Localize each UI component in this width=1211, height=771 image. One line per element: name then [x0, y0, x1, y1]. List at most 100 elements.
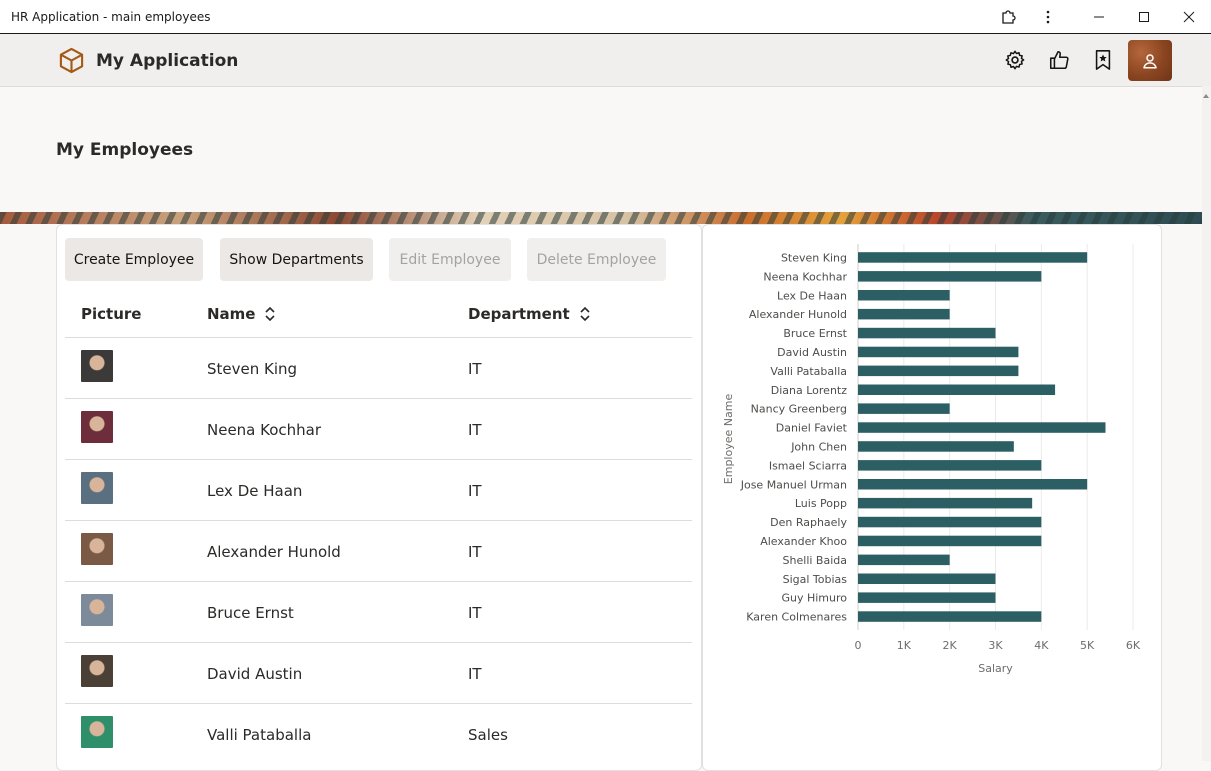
category-label: Alexander Khoo — [760, 535, 847, 548]
column-header-picture-label: Picture — [81, 305, 142, 323]
gear-icon — [1005, 50, 1025, 70]
table-row[interactable]: Valli Pataballa Sales — [65, 703, 692, 764]
edit-employee-button[interactable]: Edit Employee — [389, 238, 511, 281]
employee-photo — [81, 350, 113, 382]
user-avatar-button[interactable] — [1128, 40, 1172, 81]
employee-photo — [81, 594, 113, 626]
category-label: Bruce Ernst — [783, 327, 847, 340]
category-label: Guy Himuro — [781, 592, 847, 605]
close-button[interactable] — [1167, 0, 1211, 33]
employee-photo — [81, 716, 113, 748]
extensions-button[interactable] — [986, 0, 1030, 33]
column-header-department-label: Department — [468, 305, 570, 323]
employee-photo — [81, 411, 113, 443]
maximize-icon — [1139, 11, 1149, 22]
category-label: Daniel Faviet — [776, 422, 848, 435]
column-header-name[interactable]: Name — [207, 305, 276, 323]
bar — [858, 365, 1019, 377]
bar — [858, 308, 950, 320]
bar — [858, 441, 1014, 452]
x-axis-title: Salary — [978, 662, 1013, 675]
window-title: HR Application - main employees — [11, 9, 211, 24]
scroll-up-arrow-icon[interactable] — [1203, 94, 1209, 98]
bar — [858, 290, 950, 301]
employee-photo — [81, 533, 113, 565]
category-label: John Chen — [790, 440, 847, 453]
employee-department: Sales — [468, 726, 508, 744]
bar — [858, 346, 1019, 358]
settings-button[interactable] — [1002, 47, 1028, 73]
employee-department: IT — [468, 604, 482, 622]
employee-department: IT — [468, 482, 482, 500]
column-header-department[interactable]: Department — [468, 305, 591, 323]
bar — [858, 535, 1042, 547]
x-tick-label: 1K — [897, 639, 912, 652]
sort-icon[interactable] — [264, 306, 276, 322]
bar — [858, 403, 950, 414]
like-button[interactable] — [1046, 47, 1072, 73]
table-row[interactable]: Bruce Ernst IT — [65, 581, 692, 642]
more-menu-button[interactable] — [1026, 0, 1070, 33]
category-label: Luis Popp — [795, 497, 847, 510]
x-tick-label: 2K — [943, 639, 958, 652]
window-titlebar: HR Application - main employees — [0, 0, 1211, 34]
column-header-name-label: Name — [207, 305, 256, 323]
employees-panel: Create Employee Show Departments Edit Em… — [56, 224, 702, 771]
bar — [858, 384, 1056, 395]
bar — [858, 573, 996, 584]
employee-name: Lex De Haan — [207, 482, 303, 500]
category-label: Karen Colmenares — [746, 611, 847, 624]
more-vertical-icon — [1046, 10, 1050, 23]
x-tick-label: 4K — [1034, 639, 1049, 652]
app-name: My Application — [96, 51, 239, 71]
sort-icon[interactable] — [579, 306, 591, 322]
table-row[interactable]: David Austin IT — [65, 642, 692, 703]
employee-photo — [81, 655, 113, 687]
maximize-button[interactable] — [1122, 0, 1166, 33]
bar — [858, 271, 1042, 282]
table-row[interactable]: Steven King IT — [65, 337, 692, 398]
bar — [858, 479, 1088, 490]
employee-department: IT — [468, 543, 482, 561]
category-label: Sigal Tobias — [783, 573, 848, 586]
bar — [858, 327, 996, 339]
bookmark-button[interactable] — [1090, 47, 1116, 73]
show-departments-button[interactable]: Show Departments — [220, 238, 373, 281]
x-tick-label: 0 — [855, 639, 862, 652]
category-label: Alexander Hunold — [749, 308, 847, 321]
bar — [858, 252, 1088, 263]
y-axis-title: Employee Name — [722, 394, 735, 485]
category-label: Steven King — [781, 251, 847, 264]
minimize-button[interactable] — [1077, 0, 1121, 33]
employee-name: Valli Pataballa — [207, 726, 312, 744]
employee-name: Neena Kochhar — [207, 421, 322, 439]
close-icon — [1183, 11, 1195, 22]
bar — [858, 422, 1106, 433]
category-label: Nancy Greenberg — [751, 403, 847, 416]
table-row[interactable]: Neena Kochhar IT — [65, 398, 692, 459]
bar — [858, 611, 1042, 622]
category-label: Neena Kochhar — [763, 270, 847, 283]
thumbs-up-icon — [1049, 50, 1069, 70]
category-label: Lex De Haan — [777, 289, 847, 302]
category-label: Valli Pataballa — [770, 365, 847, 378]
bar — [858, 497, 1033, 509]
category-label: Shelli Baida — [783, 554, 847, 567]
employee-name: Alexander Hunold — [207, 543, 341, 561]
category-label: Den Raphaely — [770, 516, 847, 529]
bar — [858, 554, 950, 566]
category-label: Jose Manuel Urman — [740, 478, 847, 491]
bar — [858, 516, 1042, 528]
user-icon — [1143, 53, 1157, 68]
bookmark-star-icon — [1095, 50, 1111, 70]
table-row[interactable]: Lex De Haan IT — [65, 459, 692, 520]
delete-employee-button[interactable]: Delete Employee — [527, 238, 666, 281]
employee-name: Steven King — [207, 360, 298, 378]
employee-department: IT — [468, 360, 482, 378]
table-row[interactable]: Alexander Hunold IT — [65, 520, 692, 581]
bar — [858, 592, 996, 603]
x-tick-label: 5K — [1080, 639, 1095, 652]
page-title: My Employees — [56, 140, 194, 160]
page-scrollbar[interactable] — [1202, 86, 1211, 761]
create-employee-button[interactable]: Create Employee — [65, 238, 203, 281]
